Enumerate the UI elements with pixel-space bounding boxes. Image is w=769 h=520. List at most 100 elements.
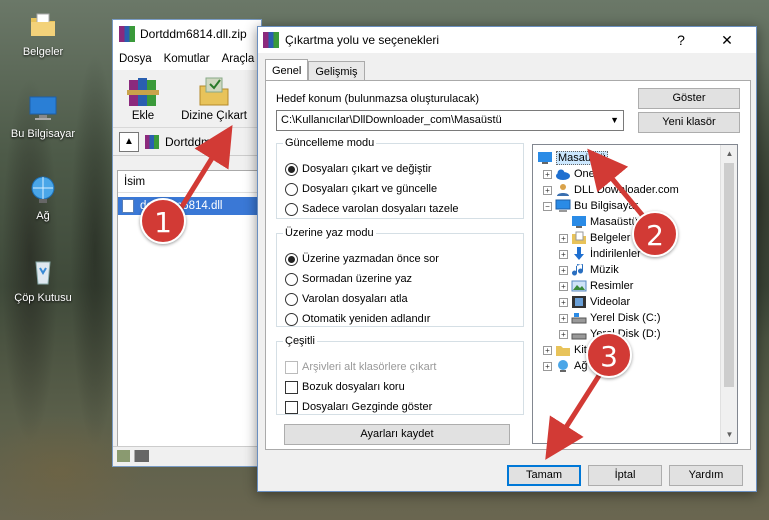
radio-icon [285, 182, 298, 196]
update-mode-legend: Güncelleme modu [285, 137, 375, 149]
extract-folder-icon [194, 74, 234, 108]
tree-item-this-pc[interactable]: − Bu Bilgisayar [543, 198, 638, 214]
tree-item-onedrive[interactable]: + OneDri [543, 166, 609, 182]
expand-plus-icon[interactable]: + [543, 169, 552, 179]
destination-path-combo[interactable]: C:\Kullanıcılar\DllDownloader_com\Masaüs… [276, 110, 624, 131]
radio-label: Sormadan üzerine yaz [302, 273, 413, 285]
cloud-icon [555, 167, 571, 181]
misc-legend: Çeşitli [285, 335, 315, 347]
radio-icon [285, 272, 298, 286]
add-button[interactable]: Ekle [121, 74, 165, 122]
tree-item-local-disk-c[interactable]: + Yerel Disk (C:) [559, 310, 661, 326]
winrar-address-bar: ▲ Dortddm68 [113, 128, 261, 156]
radio-label: Sadece varolan dosyaları tazele [302, 203, 459, 215]
expand-plus-icon[interactable]: + [543, 185, 552, 195]
desktop-icon-this-pc[interactable]: Bu Bilgisayar [0, 92, 88, 140]
desktop-icon-recycle-bin[interactable]: Çöp Kutusu [0, 256, 88, 304]
winrar-titlebar: Dortddm6814.dll.zip [113, 20, 261, 48]
radio-freshen-existing[interactable]: Sadece varolan dosyaları tazele [285, 201, 459, 217]
expand-plus-icon[interactable]: + [559, 265, 568, 275]
tab-general[interactable]: Genel [265, 59, 309, 81]
tab-advanced[interactable]: Gelişmiş [308, 61, 365, 81]
menu-item-commands[interactable]: Komutlar [164, 53, 210, 65]
checkbox-label: Dosyaları Gezginde göster [302, 401, 433, 413]
save-settings-button[interactable]: Ayarları kaydet [284, 424, 510, 445]
extract-dialog: Çıkartma yolu ve seçenekleri ? ✕ Genel G… [257, 26, 757, 492]
radio-icon [285, 312, 298, 326]
tree-scrollbar[interactable]: ▲ ▼ [720, 145, 737, 443]
radio-extract-replace[interactable]: Dosyaları çıkart ve değiştir [285, 161, 432, 177]
desktop-icon-label: Çöp Kutusu [14, 292, 72, 304]
collapse-minus-icon[interactable]: − [543, 201, 552, 211]
download-arrow-icon [571, 247, 587, 261]
extract-to-button-label: Dizine Çıkart [181, 110, 247, 122]
radio-label: Otomatik yeniden adlandır [302, 313, 431, 325]
help-icon[interactable]: ? [662, 27, 700, 53]
archive-icon [145, 134, 159, 149]
dialog-tabs: Genel Gelişmiş [265, 59, 365, 81]
tree-item-videos[interactable]: + Videolar [559, 294, 630, 310]
tree-item-desktop[interactable]: Masaüstü [559, 214, 638, 230]
checkbox-extract-subfolders[interactable]: Arşivleri alt klasörlere çıkart [285, 359, 436, 375]
winrar-app-icon [119, 26, 135, 42]
address-path[interactable]: Dortddm68 [165, 135, 224, 149]
up-folder-button[interactable]: ▲ [119, 131, 139, 152]
drive-key-icon [117, 450, 149, 462]
checkbox-icon [285, 380, 298, 394]
close-icon[interactable]: ✕ [708, 27, 746, 53]
help-button[interactable]: Yardım [669, 465, 743, 486]
desktop-icon-network[interactable]: Ağ [0, 174, 88, 222]
checkbox-show-in-explorer[interactable]: Dosyaları Gezginde göster [285, 399, 432, 415]
expand-plus-icon[interactable]: + [559, 313, 568, 323]
tree-item-network[interactable]: + Ağ [543, 358, 587, 374]
winrar-statusbar [113, 446, 261, 466]
chevron-down-icon[interactable]: ▼ [610, 111, 619, 130]
radio-overwrite-without-prompt[interactable]: Sormadan üzerine yaz [285, 271, 412, 287]
cancel-button[interactable]: İptal [588, 465, 662, 486]
tree-item-music[interactable]: + Müzik [559, 262, 619, 278]
scroll-down-icon[interactable]: ▼ [721, 426, 737, 443]
update-mode-group: Güncelleme modu Dosyaları çıkart ve deği… [276, 137, 524, 219]
scroll-thumb[interactable] [724, 163, 734, 387]
extract-to-button[interactable]: Dizine Çıkart [177, 74, 251, 122]
expand-plus-icon[interactable]: + [559, 297, 568, 307]
menu-item-file[interactable]: Dosya [119, 53, 152, 65]
winrar-title: Dortddm6814.dll.zip [140, 27, 247, 41]
checkbox-icon [285, 400, 298, 414]
user-icon [555, 183, 571, 197]
radio-extract-update[interactable]: Dosyaları çıkart ve güncelle [285, 181, 437, 197]
new-folder-button[interactable]: Yeni klasör [638, 112, 740, 133]
desktop-icon-label: Ağ [36, 210, 50, 222]
checkbox-keep-broken[interactable]: Bozuk dosyaları koru [285, 379, 405, 395]
expand-plus-icon[interactable]: + [559, 281, 568, 291]
expand-plus-icon[interactable]: + [543, 345, 552, 355]
tree-item-desktop-root[interactable]: Masaüstü [537, 150, 608, 166]
ok-button[interactable]: Tamam [507, 465, 581, 486]
radio-label: Dosyaları çıkart ve değiştir [302, 163, 432, 175]
radio-skip-existing[interactable]: Varolan dosyaları atla [285, 291, 408, 307]
menu-item-tools[interactable]: Araçla [222, 53, 255, 65]
file-row[interactable]: dortddm6814.dll [118, 197, 260, 215]
tree-item-pictures[interactable]: + Resimler [559, 278, 633, 294]
column-header-name[interactable]: İsim [118, 171, 260, 193]
up-arrow-icon: ▲ [124, 136, 134, 147]
show-button[interactable]: Göster [638, 88, 740, 109]
expand-plus-icon[interactable]: + [559, 233, 568, 243]
expand-plus-icon[interactable]: + [559, 329, 568, 339]
desktop-icon-documents[interactable]: Belgeler [0, 10, 88, 58]
tree-item-dll-downloader[interactable]: + DLL Downloader.com [543, 182, 679, 198]
expand-plus-icon[interactable]: + [543, 361, 552, 371]
radio-auto-rename[interactable]: Otomatik yeniden adlandır [285, 311, 430, 327]
tree-item-label: DLL Downloader.com [574, 184, 679, 196]
tree-item-downloads[interactable]: + İndirilenler [559, 246, 641, 262]
archive-books-icon [123, 74, 163, 108]
tree-item-label: Masaüstü [590, 216, 638, 228]
radio-ask-before-overwrite[interactable]: Üzerine yazmadan önce sor [285, 251, 439, 267]
expand-plus-icon[interactable]: + [559, 249, 568, 259]
radio-label: Üzerine yazmadan önce sor [302, 253, 439, 265]
folder-tree[interactable]: Masaüstü + OneDri + DLL Downloader.com −… [532, 144, 738, 444]
tree-item-documents[interactable]: + Belgeler [559, 230, 630, 246]
misc-group: Çeşitli Arşivleri alt klasörlere çıkart … [276, 335, 524, 415]
scroll-up-icon[interactable]: ▲ [721, 145, 737, 162]
tree-item-label: İndirilenler [590, 248, 641, 260]
